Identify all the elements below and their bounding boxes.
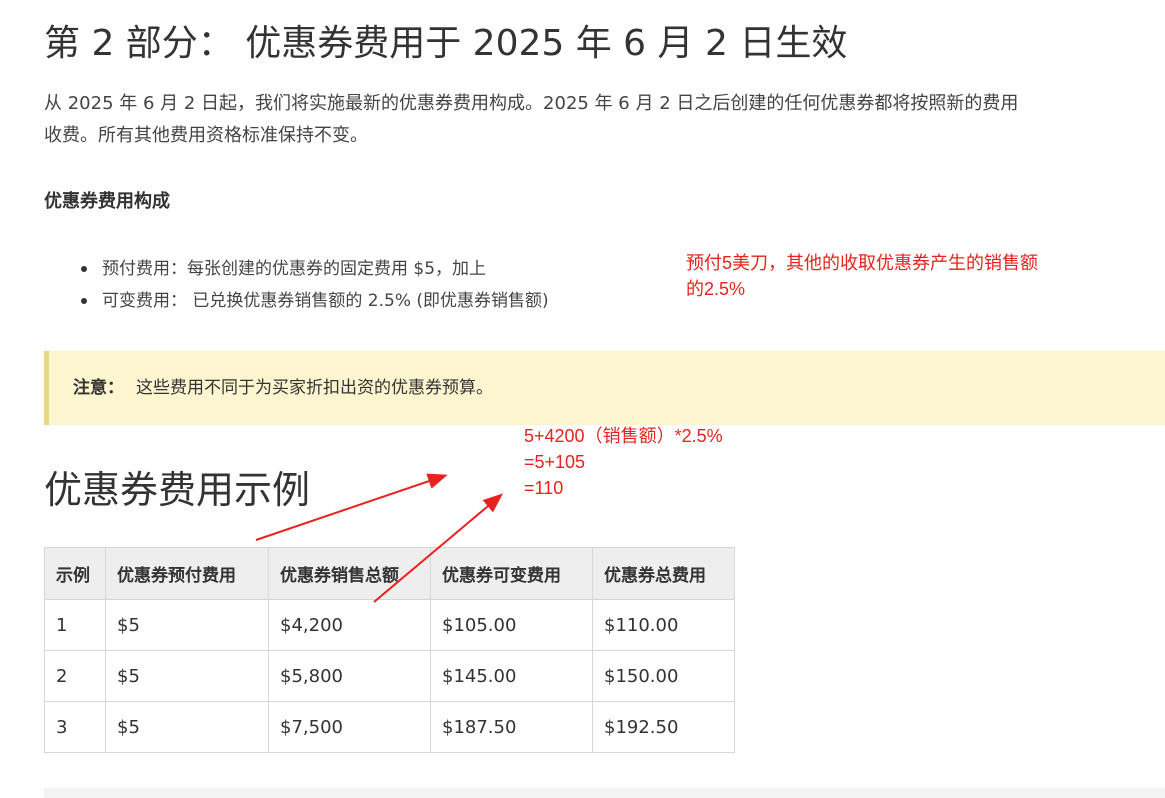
annotation-arrows — [255, 473, 504, 603]
arrow-to-example-title — [255, 473, 448, 541]
arrow-to-calculation — [373, 493, 504, 603]
next-section-bar — [44, 788, 1165, 798]
